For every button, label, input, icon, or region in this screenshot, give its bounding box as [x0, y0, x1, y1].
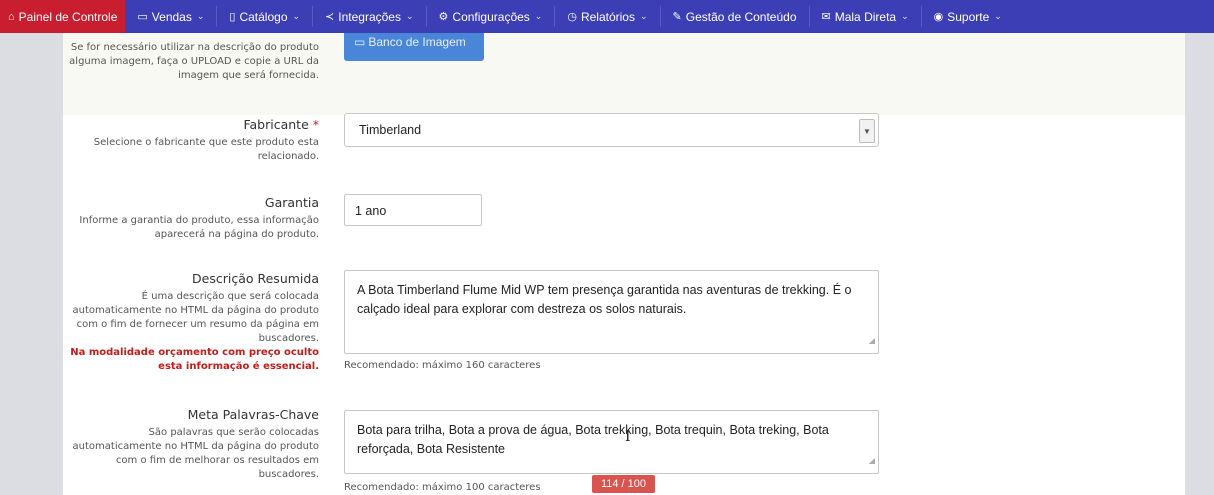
- chevron-down-icon[interactable]: ▼: [859, 119, 875, 143]
- summary-text: A Bota Timberland Flume Mid WP tem prese…: [357, 283, 852, 316]
- keywords-field-label: Meta Palavras-Chave São palavras que ser…: [59, 407, 319, 482]
- nav-item-integra-es[interactable]: ≺ Integrações ⌄: [313, 0, 425, 33]
- summary-warning: Na modalidade orçamento com preço oculto…: [70, 347, 319, 372]
- keywords-hint: Recomendado: máximo 100 caracteres: [344, 482, 541, 493]
- keywords-textarea[interactable]: Bota para trilha, Bota a prova de água, …: [344, 410, 879, 474]
- manufacturer-selected-value: Timberland: [359, 123, 422, 137]
- lifebuoy-icon: ◉: [933, 11, 944, 23]
- summary-description: É uma descrição que será colocada automa…: [72, 291, 319, 344]
- nav-item-label: Relatórios: [580, 9, 635, 24]
- nav-item-label: Configurações: [452, 9, 530, 24]
- summary-field-label: Descrição Resumida É uma descrição que s…: [59, 271, 319, 374]
- nav-item-label: Catálogo: [239, 9, 288, 24]
- image-field-label: Se for necessário utilizar na descrição …: [59, 41, 319, 83]
- nav-item-label: Integrações: [338, 9, 401, 24]
- image-icon: ▭: [354, 35, 366, 49]
- keywords-text: Bota para trilha, Bota a prova de água, …: [357, 423, 829, 456]
- folder-icon: ▭: [137, 11, 148, 23]
- history-icon: ◷: [567, 11, 577, 23]
- warranty-input[interactable]: 1 ano: [344, 194, 482, 226]
- manufacturer-description: Selecione o fabricante que este produto …: [93, 137, 319, 162]
- summary-textarea[interactable]: A Bota Timberland Flume Mid WP tem prese…: [344, 270, 879, 354]
- summary-title: Descrição Resumida: [192, 271, 319, 286]
- envelope-icon: ✉: [821, 11, 831, 23]
- nav-item-label: Mala Direta: [834, 9, 897, 24]
- nav-item-mala-direta[interactable]: ✉ Mala Direta ⌄: [810, 0, 921, 33]
- chevron-down-icon: ⌄: [534, 11, 543, 21]
- chevron-down-icon: ⌄: [405, 11, 414, 21]
- image-bank-button-label: Banco de Imagem: [368, 35, 466, 49]
- warranty-title: Garantia: [264, 195, 319, 210]
- warranty-field-label: Garantia Informe a garantia do produto, …: [59, 195, 319, 242]
- chevron-down-icon: ⌄: [292, 11, 301, 21]
- nav-item-relat-rios[interactable]: ◷ Relatórios ⌄: [555, 0, 659, 33]
- character-counter-badge: 114 / 100: [592, 475, 655, 493]
- nav-item-label: Painel de Controle: [18, 9, 118, 24]
- text-cursor-icon: I: [625, 429, 631, 445]
- book-icon: ▯: [229, 11, 236, 23]
- nav-item-configura-es[interactable]: ⚙ Configurações ⌄: [427, 0, 555, 33]
- nav-item-label: Suporte: [947, 9, 990, 24]
- chevron-down-icon: ⌄: [196, 11, 205, 21]
- top-navigation-bar: ⌂ Painel de Controle ▭ Vendas ⌄ ▯ Catálogo ⌄ ≺ In…: [0, 0, 1214, 33]
- chevron-down-icon: ⌄: [994, 11, 1002, 21]
- summary-hint: Recomendado: máximo 160 caracteres: [344, 360, 541, 371]
- required-marker: *: [312, 117, 319, 132]
- keywords-description: São palavras que serão colocadas automat…: [72, 427, 319, 480]
- edit-icon: ✎: [672, 11, 682, 23]
- resize-handle-icon[interactable]: ◢: [869, 451, 875, 470]
- product-form-panel: Se for necessário utilizar na descrição …: [63, 33, 1185, 495]
- gear-icon: ⚙: [438, 11, 449, 23]
- nav-item-gest-o-de-conte-do[interactable]: ✎ Gestão de Conteúdo: [661, 0, 809, 33]
- share-icon: ≺: [325, 11, 335, 23]
- manufacturer-field-label: Fabricante * Selecione o fabricante que …: [59, 117, 319, 164]
- image-field-description: Se for necessário utilizar na descrição …: [69, 42, 319, 81]
- warranty-description: Informe a garantia do produto, essa info…: [79, 215, 319, 240]
- keywords-title: Meta Palavras-Chave: [187, 407, 319, 422]
- home-icon: ⌂: [8, 10, 15, 23]
- manufacturer-select[interactable]: Timberland ▼: [344, 113, 879, 147]
- resize-handle-icon[interactable]: ◢: [869, 331, 875, 350]
- nav-item-label: Vendas: [151, 9, 192, 24]
- chevron-down-icon: ⌄: [639, 11, 648, 21]
- nav-item-cat-logo[interactable]: ▯ Catálogo ⌄: [217, 0, 312, 33]
- manufacturer-title: Fabricante: [243, 117, 309, 132]
- nav-item-suporte[interactable]: ◉ Suporte ⌄: [922, 0, 1014, 33]
- nav-item-vendas[interactable]: ▭ Vendas ⌄: [125, 0, 216, 33]
- nav-item-painel-de-controle[interactable]: ⌂ Painel de Controle: [0, 0, 126, 33]
- chevron-down-icon: ⌄: [901, 11, 909, 21]
- image-bank-button[interactable]: ▭ Banco de Imagem: [344, 33, 484, 61]
- nav-item-label: Gestão de Conteúdo: [685, 9, 797, 24]
